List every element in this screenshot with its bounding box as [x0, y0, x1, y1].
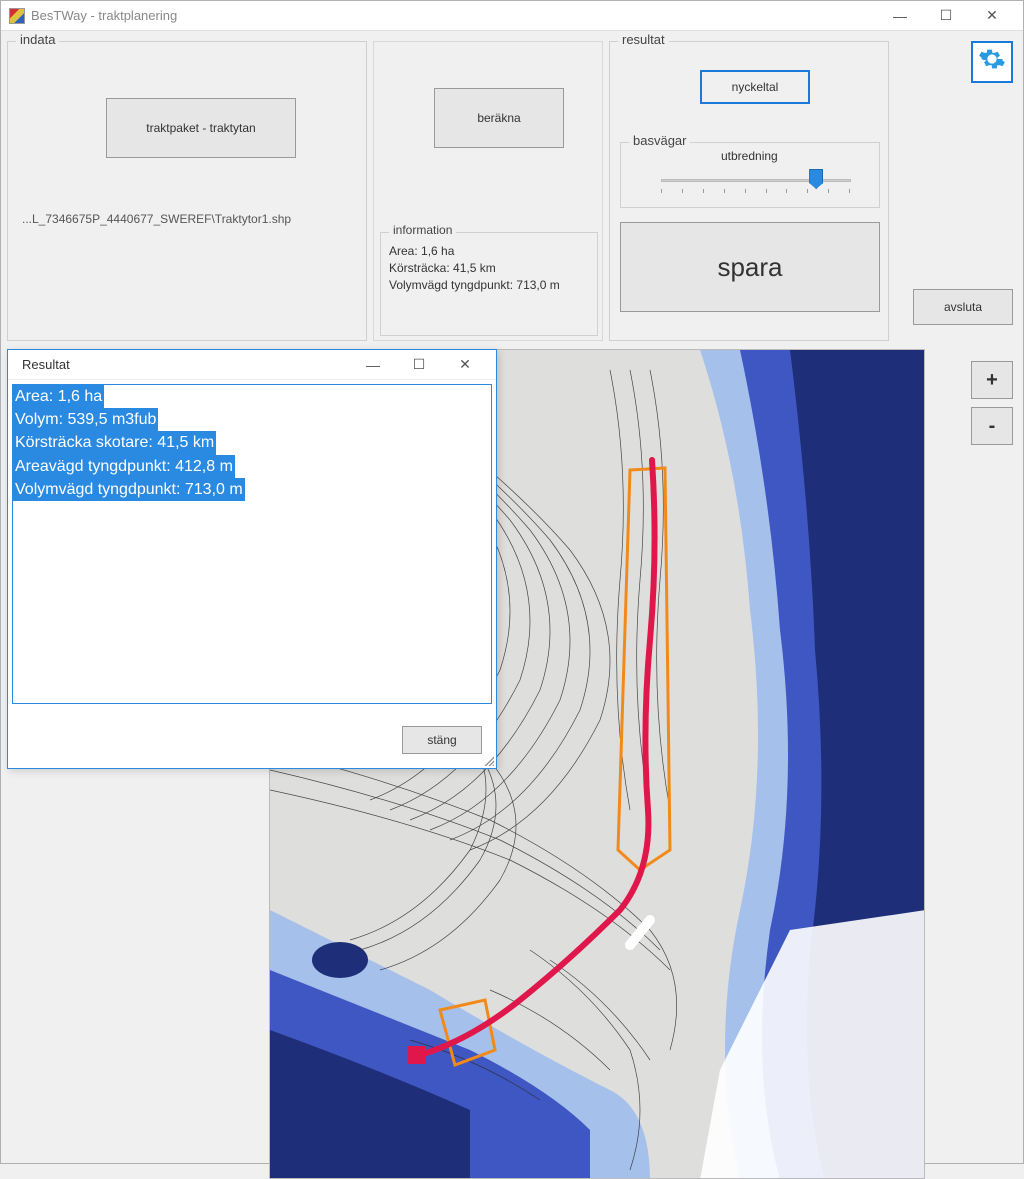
close-button[interactable]: ✕: [969, 1, 1015, 31]
dialog-minimize-button[interactable]: —: [350, 350, 396, 380]
resultat-group: resultat nyckeltal basvägar utbredning: [609, 41, 889, 341]
avsluta-button[interactable]: avsluta: [913, 289, 1013, 325]
resize-grip-icon[interactable]: [482, 754, 494, 766]
minus-icon: -: [989, 415, 996, 438]
spara-label: spara: [717, 252, 782, 283]
titlebar[interactable]: BesTWay - traktplanering — ☐ ✕: [1, 1, 1023, 31]
basvagar-group-title: basvägar: [629, 133, 690, 148]
nyckeltal-button[interactable]: nyckeltal: [700, 70, 810, 104]
info-line: Volymvägd tyngdpunkt: 713,0 m: [389, 277, 560, 294]
dialog-close-button[interactable]: ✕: [442, 350, 488, 380]
gear-icon: [978, 45, 1006, 80]
result-line: Volymvägd tyngdpunkt: 713,0 m: [13, 478, 245, 501]
berakna-label: beräkna: [477, 111, 520, 125]
result-line: Area: 1,6 ha: [13, 385, 104, 408]
dialog-stang-label: stäng: [427, 733, 456, 747]
zoom-in-button[interactable]: +: [971, 361, 1013, 399]
minimize-button[interactable]: —: [877, 1, 923, 31]
information-group: information Area: 1,6 ha Körsträcka: 41,…: [380, 232, 598, 336]
info-line: Körsträcka: 41,5 km: [389, 260, 560, 277]
berakna-group: beräkna information Area: 1,6 ha Körsträ…: [373, 41, 603, 341]
dialog-titlebar[interactable]: Resultat — ☐ ✕: [8, 350, 496, 380]
slider-ticks: [661, 189, 851, 193]
berakna-button[interactable]: beräkna: [434, 88, 564, 148]
info-line: Area: 1,6 ha: [389, 243, 560, 260]
dialog-maximize-button[interactable]: ☐: [396, 350, 442, 380]
settings-button[interactable]: [971, 41, 1013, 83]
information-text: Area: 1,6 ha Körsträcka: 41,5 km Volymvä…: [389, 243, 560, 293]
traktpaket-button[interactable]: traktpaket - traktytan: [106, 98, 296, 158]
dialog-stang-button[interactable]: stäng: [402, 726, 482, 754]
plus-icon: +: [986, 369, 998, 392]
nyckeltal-label: nyckeltal: [732, 80, 779, 94]
basvagar-group: basvägar utbredning: [620, 142, 880, 208]
utbredning-label: utbredning: [721, 149, 778, 163]
traktpaket-label: traktpaket - traktytan: [146, 121, 255, 135]
information-group-title: information: [389, 223, 456, 237]
app-icon: [9, 8, 25, 24]
result-line: Areavägd tyngdpunkt: 412,8 m: [13, 455, 235, 478]
resultat-group-title: resultat: [618, 32, 669, 47]
resultat-dialog[interactable]: Resultat — ☐ ✕ Area: 1,6 ha Volym: 539,5…: [7, 349, 497, 769]
indata-group: indata traktpaket - traktytan ...L_73466…: [7, 41, 367, 341]
main-window: BesTWay - traktplanering — ☐ ✕ indata tr…: [0, 0, 1024, 1164]
content-area: indata traktpaket - traktytan ...L_73466…: [1, 31, 1023, 1163]
maximize-button[interactable]: ☐: [923, 1, 969, 31]
dialog-title: Resultat: [22, 357, 70, 372]
slider-thumb[interactable]: [809, 169, 823, 189]
window-title: BesTWay - traktplanering: [31, 8, 177, 23]
zoom-out-button[interactable]: -: [971, 407, 1013, 445]
result-line: Volym: 539,5 m3fub: [13, 408, 158, 431]
filepath-label: ...L_7346675P_4440677_SWEREF\Traktytor1.…: [22, 212, 291, 226]
result-line: Körsträcka skotare: 41,5 km: [13, 431, 216, 454]
spara-button[interactable]: spara: [620, 222, 880, 312]
dialog-textbox[interactable]: Area: 1,6 ha Volym: 539,5 m3fub Körsträc…: [12, 384, 492, 704]
avsluta-label: avsluta: [944, 300, 982, 314]
utbredning-slider[interactable]: [661, 171, 851, 195]
indata-group-title: indata: [16, 32, 59, 47]
